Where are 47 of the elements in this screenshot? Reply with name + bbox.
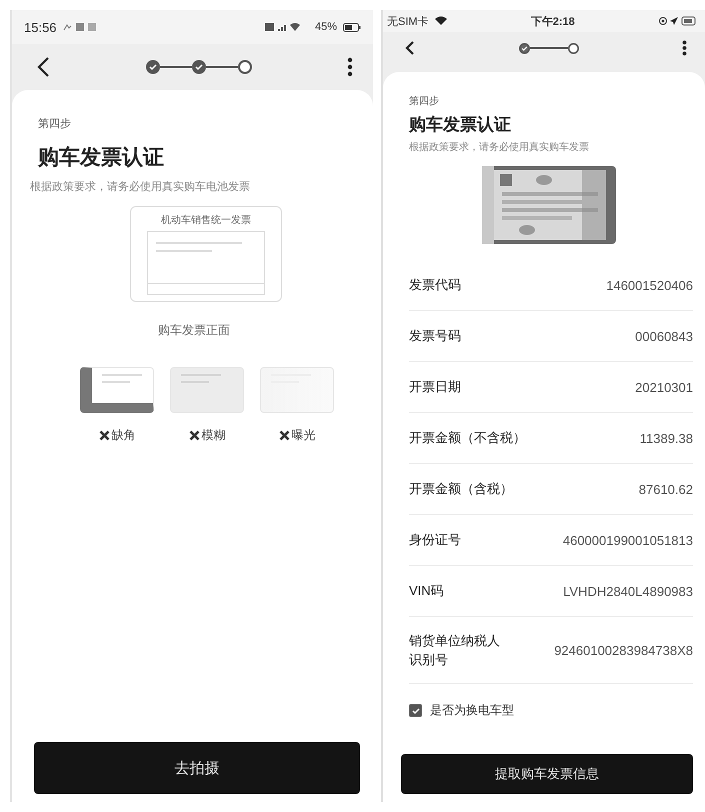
take-photo-button[interactable]: 去拍摄 xyxy=(34,742,360,794)
status-time: 15:56 xyxy=(24,20,57,34)
battery-icon xyxy=(343,22,361,32)
step-label: 第四步 xyxy=(409,94,440,108)
back-icon[interactable] xyxy=(405,40,415,56)
invoice-heading: 机动车销售统一发票 xyxy=(161,214,251,227)
status-time: 下午2:18 xyxy=(530,14,575,28)
bad-example-label: 缺角 xyxy=(112,427,136,444)
checkbox-label: 是否为换电车型 xyxy=(430,702,514,719)
field-label: 身份证号 xyxy=(409,531,461,550)
field-value: LVHDH2840L4890983 xyxy=(563,584,693,598)
field-value: 92460100283984738X8 xyxy=(554,642,693,658)
cross-icon xyxy=(188,430,200,441)
more-icon[interactable] xyxy=(347,57,353,77)
page-subtitle: 根据政策要求，请务必使用真实购车发票 xyxy=(409,140,590,154)
extract-info-button[interactable]: 提取购车发票信息 xyxy=(401,754,693,794)
checkbox[interactable] xyxy=(409,704,422,717)
page-subtitle: 根据政策要求，请务必使用真实购车电池发票 xyxy=(30,180,251,194)
sample-caption: 购车发票正面 xyxy=(158,322,231,339)
field-value: 11389.38 xyxy=(640,430,693,446)
wifi-icon xyxy=(434,16,447,26)
field-label: 销货单位纳税人识别号 xyxy=(409,632,501,669)
status-icons xyxy=(659,16,697,26)
field-value: 460000199001051813 xyxy=(562,532,693,548)
field-label: VIN码 xyxy=(409,582,444,600)
field-label: 开票金额（含税） xyxy=(409,480,513,498)
carrier-label: 无SIM卡 xyxy=(387,14,429,28)
check-icon xyxy=(410,706,420,716)
field-value: 00060843 xyxy=(635,328,693,344)
field-value: 146001520406 xyxy=(606,278,693,292)
field-label: 开票金额（不含税） xyxy=(409,429,526,448)
cross-icon xyxy=(278,430,290,441)
back-icon[interactable] xyxy=(36,56,50,78)
more-icon[interactable] xyxy=(682,40,687,56)
field-label: 开票日期 xyxy=(409,378,461,396)
bad-example-label: 模糊 xyxy=(202,427,226,444)
page-title: 购车发票认证 xyxy=(409,114,512,136)
cross-icon xyxy=(98,430,110,441)
field-label: 发票号码 xyxy=(409,327,461,346)
bad-example-label: 曝光 xyxy=(292,427,316,444)
field-value: 20210301 xyxy=(635,380,693,394)
field-value: 87610.62 xyxy=(638,482,693,496)
field-label: 发票代码 xyxy=(409,276,461,294)
step-label: 第四步 xyxy=(38,117,72,131)
notification-icons xyxy=(62,22,99,32)
battery-percent: 45% xyxy=(314,21,337,33)
page-title: 购车发票认证 xyxy=(38,145,165,171)
